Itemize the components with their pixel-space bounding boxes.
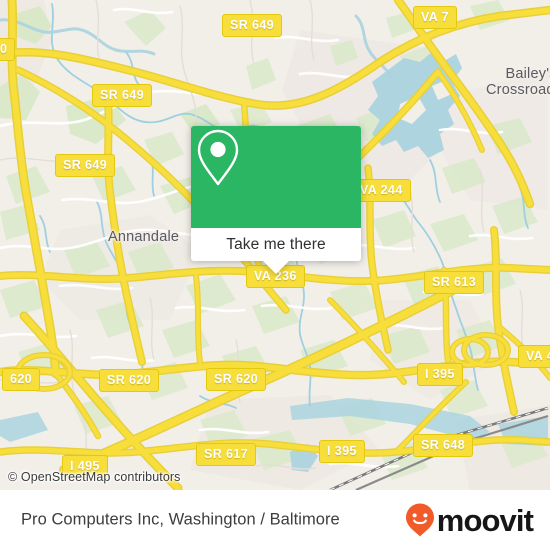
osm-attribution[interactable]: © OpenStreetMap contributors (8, 470, 181, 484)
road-shield: SR 620 (99, 369, 160, 392)
road-shield: SR 649 (92, 84, 153, 107)
moovit-smiley-pin-icon (404, 502, 436, 538)
road-shield: SR 649 (222, 14, 283, 37)
road-shield: VA 401 (518, 345, 550, 368)
place-label-baileys-crossroads: Bailey's Crossroads (486, 66, 550, 98)
map-canvas[interactable]: SR 649 VA 7 SR 649 SR 649 VA 244 SR 613 … (0, 0, 550, 490)
road-shield: VA 7 (413, 6, 457, 29)
road-shield: I 395 (417, 363, 463, 386)
footer-bar: Pro Computers Inc, Washington / Baltimor… (0, 490, 550, 550)
screenshot-root: SR 649 VA 7 SR 649 SR 649 VA 244 SR 613 … (0, 0, 550, 550)
road-shield: 0 (0, 38, 16, 61)
moovit-wordmark: moovit (436, 502, 534, 538)
take-me-there-callout[interactable]: Take me there (191, 126, 361, 274)
place-label-annandale: Annandale (108, 229, 180, 245)
road-shield: SR 648 (413, 434, 474, 457)
road-shield: SR 617 (196, 443, 257, 466)
road-shield: SR 620 (206, 368, 267, 391)
callout-pointer (263, 261, 289, 274)
road-shield: I 395 (319, 440, 365, 463)
road-shield: 620 (2, 368, 41, 391)
callout-action-panel[interactable]: Take me there (191, 228, 361, 274)
moovit-brand[interactable]: moovit (404, 502, 534, 538)
callout-icon-panel (191, 126, 361, 228)
road-shield: SR 613 (424, 271, 485, 294)
take-me-there-label: Take me there (226, 235, 326, 253)
place-label-line-2: Crossroads (486, 82, 550, 99)
place-label-line-1: Bailey's (505, 66, 550, 82)
road-shield: SR 649 (55, 154, 116, 177)
location-title: Pro Computers Inc, Washington / Baltimor… (21, 510, 340, 529)
